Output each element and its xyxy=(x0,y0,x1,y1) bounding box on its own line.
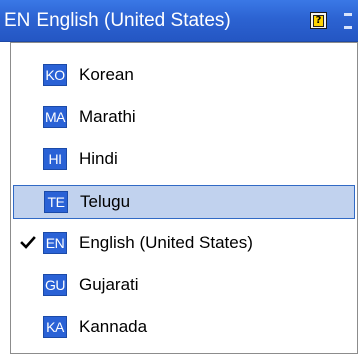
menu-item-label: English (United States) xyxy=(79,233,253,252)
options-bar-top xyxy=(344,13,352,16)
options-icon[interactable] xyxy=(340,8,356,34)
menu-item-label: Marathi xyxy=(79,107,136,126)
help-question-icon[interactable]: ? xyxy=(310,12,327,29)
menu-item-label: Hindi xyxy=(79,149,118,168)
menu-item-label: Gujarati xyxy=(79,275,139,294)
question-mark-icon: ? xyxy=(313,14,324,27)
language-code-badge: KO xyxy=(43,64,67,86)
checkmark-icon xyxy=(20,236,36,249)
menu-item-gujarati[interactable]: GU Gujarati xyxy=(13,269,355,303)
menu-item-telugu[interactable]: TE Telugu xyxy=(13,185,355,219)
language-menu: KO Korean MA Marathi HI Hindi TE Telugu … xyxy=(10,42,358,354)
menu-item-label: Korean xyxy=(79,65,134,84)
menu-item-kannada[interactable]: KA Kannada xyxy=(13,311,355,345)
language-bar: EN English (United States) ? xyxy=(0,0,358,42)
menu-item-label: Telugu xyxy=(80,192,131,211)
options-bar-bottom xyxy=(344,26,352,29)
menu-item-label: Kannada xyxy=(79,317,148,336)
language-code-badge: KA xyxy=(43,316,67,338)
menu-item-english-united-states[interactable]: EN English (United States) xyxy=(13,227,355,261)
language-code-badge: TE xyxy=(44,191,68,213)
menu-item-marathi[interactable]: MA Marathi xyxy=(13,101,355,135)
current-language-name: English (United States) xyxy=(36,10,231,31)
menu-item-hindi[interactable]: HI Hindi xyxy=(13,143,355,177)
language-code-badge: GU xyxy=(43,274,67,296)
language-selector-button[interactable]: EN English (United States) xyxy=(4,6,231,36)
language-code-badge: HI xyxy=(43,148,67,170)
menu-item-korean[interactable]: KO Korean xyxy=(13,59,355,93)
language-code-badge: MA xyxy=(43,106,67,128)
current-language-code: EN xyxy=(4,10,31,31)
language-code-badge: EN xyxy=(43,232,67,254)
